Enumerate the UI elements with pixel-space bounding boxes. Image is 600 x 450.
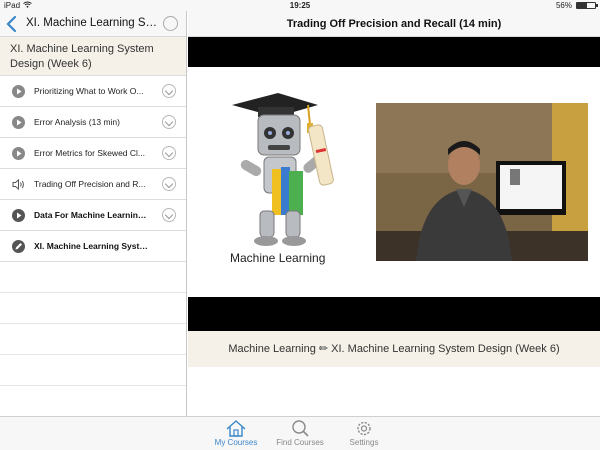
pencil-circle-icon: [12, 240, 25, 253]
robot-mascot-illustration: [232, 93, 334, 246]
ipad-screen: iPad 19:25 56% XI. Machine Learning Syst…: [0, 0, 600, 450]
lesson-title: Data For Machine Learning...: [34, 210, 148, 220]
lesson-item[interactable]: Data For Machine Learning...: [0, 200, 186, 231]
play-circle-icon: [12, 116, 25, 129]
tab-bar: My Courses Find Courses Settings: [0, 416, 600, 450]
tab-my-courses[interactable]: My Courses: [205, 419, 267, 449]
lesson-item[interactable]: Error Analysis (13 min): [0, 107, 186, 138]
status-bar: iPad 19:25 56%: [0, 0, 600, 11]
play-circle-icon: [12, 85, 25, 98]
battery-fill: [577, 3, 588, 8]
lesson-item[interactable]: Prioritizing What to Work O...: [0, 76, 186, 107]
magnifier-icon: [292, 420, 309, 437]
tab-settings[interactable]: Settings: [333, 419, 395, 449]
empty-row: [0, 324, 186, 355]
lecturer-scene: [376, 103, 588, 261]
section-header: XI. Machine Learning System Design (Week…: [0, 37, 186, 76]
video-panel: Trading Off Precision and Recall (14 min…: [188, 11, 600, 416]
quiz-title: XI. Machine Learning Syste...: [34, 241, 148, 251]
clock: 19:25: [289, 1, 311, 10]
download-icon[interactable]: [162, 177, 176, 191]
download-icon[interactable]: [162, 84, 176, 98]
video-title: Trading Off Precision and Recall (14 min…: [188, 11, 600, 37]
empty-row: [0, 293, 186, 324]
lesson-sidebar: XI. Machine Learning Syst... XI. Machine…: [0, 11, 187, 417]
play-circle-icon: [12, 209, 25, 222]
gear-icon: [357, 421, 371, 436]
lesson-item[interactable]: Error Metrics for Skewed Cl...: [0, 138, 186, 169]
empty-row: [0, 386, 186, 417]
lesson-title: Error Metrics for Skewed Cl...: [34, 148, 145, 158]
play-circle-icon: [12, 147, 25, 160]
video-player[interactable]: Machine Learning: [188, 37, 600, 331]
empty-row: [0, 262, 186, 293]
tab-find-courses[interactable]: Find Courses: [269, 419, 331, 449]
video-frame: Machine Learning: [188, 67, 600, 297]
empty-row: [0, 355, 186, 386]
lesson-title: Prioritizing What to Work O...: [34, 86, 144, 96]
sidebar-nav-bar: XI. Machine Learning Syst...: [0, 11, 186, 37]
speaker-icon: [12, 178, 25, 191]
lecturer-video-inset: [376, 103, 588, 261]
sidebar-nav-title: XI. Machine Learning Syst...: [26, 17, 160, 29]
battery-percent: 56%: [555, 1, 572, 10]
download-icon[interactable]: [162, 146, 176, 160]
lesson-item-current[interactable]: Trading Off Precision and R...: [0, 169, 186, 200]
download-all-icon[interactable]: [163, 16, 178, 31]
course-breadcrumb: Machine Learning ✏ XI. Machine Learning …: [188, 331, 600, 367]
quiz-item[interactable]: XI. Machine Learning Syste...: [0, 231, 186, 262]
back-chevron-icon[interactable]: [5, 15, 19, 33]
lesson-title: Error Analysis (13 min): [34, 117, 120, 127]
house-icon: [226, 420, 246, 437]
battery-icon: [576, 2, 598, 9]
download-icon[interactable]: [162, 115, 176, 129]
lesson-list: Prioritizing What to Work O... Error Ana…: [0, 76, 186, 262]
tab-label: Find Courses: [276, 438, 324, 447]
slide-title: Machine Learning: [230, 251, 326, 265]
download-icon[interactable]: [162, 208, 176, 222]
tab-label: My Courses: [214, 438, 258, 447]
lesson-title: Trading Off Precision and R...: [34, 179, 146, 189]
tab-label: Settings: [349, 438, 379, 447]
